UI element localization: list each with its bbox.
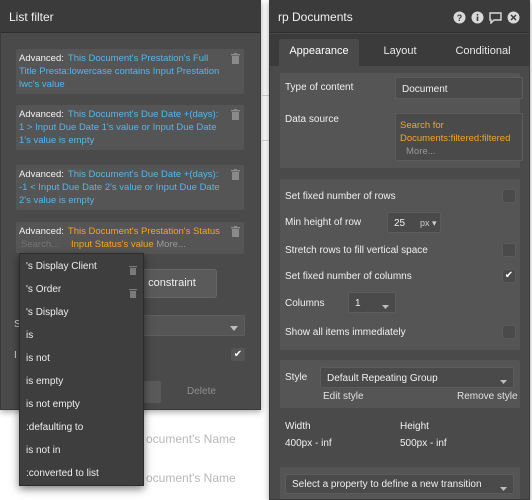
constraint-item[interactable]: Advanced: This Document's Due Date +(days… [16,165,244,210]
tab-bar: Appearance Layout Conditional [270,34,529,66]
info-icon[interactable] [471,11,484,24]
trash-icon[interactable] [231,53,240,64]
data-source-label: Data source [285,114,339,125]
property-editor-panel: rp Documents ? Appearance Layout Conditi… [269,0,530,500]
transition-placeholder: Select a property to define a new transi… [292,479,482,490]
delete-button[interactable]: Delete [187,386,216,397]
tab-appearance[interactable]: Appearance [279,39,359,66]
dropdown-item[interactable]: is [20,325,143,347]
style-section: Style Default Repeating Group Edit style… [280,360,520,408]
columns-value: 1 [355,298,361,309]
expression-search-input[interactable] [19,239,69,250]
transition-select[interactable]: Select a property to define a new transi… [285,474,514,494]
panel-header[interactable]: List filter [1,1,260,33]
canvas-text: ocument's Name [146,432,236,446]
canvas-text: ocument's Name [146,471,236,485]
transition-section: Select a property to define a new transi… [280,467,520,499]
close-icon[interactable] [507,11,520,24]
edit-style-link[interactable]: Edit style [323,391,364,402]
chevron-down-icon [230,323,238,334]
constraint-item[interactable]: Advanced: This Document's Prestation's Fu… [16,49,244,94]
chevron-down-icon [382,301,389,312]
height-value: 500px - inf [400,438,447,449]
columns-label: Columns [285,298,325,309]
fixed-rows-checkbox[interactable] [502,189,516,203]
type-of-content-label: Type of content [285,82,354,93]
comment-icon[interactable] [489,11,502,25]
unit-label: px [420,218,430,228]
remove-style-link[interactable]: Remove style [457,391,518,402]
checkbox[interactable]: ✔ [231,348,245,361]
advanced-label: Advanced: [19,226,64,237]
advanced-label: Advanced: [19,53,64,64]
panel-title: List filter [9,10,54,24]
expression-continuation: Input Status's value More... [71,238,186,251]
trash-icon[interactable] [231,226,240,237]
tab-layout[interactable]: Layout [365,39,435,66]
size-section: Width 400px - inf Height 500px - inf [280,417,520,455]
fixed-columns-label: Set fixed number of columns [285,271,412,282]
panel-title: rp Documents [278,10,353,24]
dropdown-item[interactable]: is not empty [20,394,143,416]
constraint-item[interactable]: Advanced: This Document's Due Date +(days… [16,105,244,150]
trash-icon[interactable] [231,109,240,120]
header-icons: ? [453,11,523,25]
dropdown-item[interactable]: is not [20,348,143,370]
dropdown-item[interactable]: is not in [20,440,143,462]
active-constraint[interactable]: Advanced: This Document's Prestation's St… [16,222,244,254]
unit-select[interactable]: px ▾ [420,218,437,229]
advanced-label: Advanced: [19,109,64,120]
width-label: Width [285,421,311,432]
min-height-input[interactable]: 25 px ▾ [387,212,441,233]
columns-select[interactable]: 1 [348,292,396,313]
dropdown-item[interactable]: is empty [20,371,143,393]
fixed-columns-checkbox[interactable]: ✔ [502,269,516,283]
appearance-body: Type of content Document Data source Sea… [270,66,529,499]
chevron-down-icon [500,376,507,387]
select-dropdown[interactable] [132,315,245,336]
style-label: Style [285,372,308,383]
min-height-value: 25 [394,218,406,229]
width-value: 400px - inf [285,438,332,449]
show-all-checkbox[interactable] [502,325,516,339]
data-source-line: Documents:filtered:filtered [400,133,511,144]
style-select[interactable]: Default Repeating Group [320,367,514,388]
tab-conditional[interactable]: Conditional [442,39,524,66]
height-label: Height [400,421,429,432]
rows-section: Set fixed number of rows Min height of r… [280,179,520,350]
constraint-expression[interactable]: This Document's Prestation's Status [68,226,220,237]
show-all-label: Show all items immediately [285,327,406,338]
advanced-label: Advanced: [19,169,64,180]
min-height-label: Min height of row [285,217,362,228]
data-source-line: Search for [400,120,444,131]
stretch-rows-label: Stretch rows to fill vertical space [285,245,428,256]
constraint-expression-value[interactable]: Input Status's value [71,239,154,250]
add-constraint-label: constraint [148,277,196,289]
dropdown-item[interactable]: 's Display [20,302,143,324]
dropdown-item[interactable]: 's Display Client [20,256,143,278]
more-link[interactable]: More... [406,145,518,158]
stretch-rows-checkbox[interactable] [502,243,516,257]
dropdown-item[interactable]: :defaulting to [20,417,143,439]
svg-text:?: ? [457,13,463,23]
dropdown-item[interactable]: 's Order [20,279,143,301]
more-link[interactable]: More... [156,239,186,250]
type-of-content-value: Document [402,84,448,95]
dropdown-item[interactable]: :converted to list [20,463,143,485]
style-value: Default Repeating Group [327,373,438,384]
help-icon[interactable]: ? [453,11,466,24]
field-label: I [14,350,17,361]
trash-icon[interactable] [231,169,240,180]
panel-header[interactable]: rp Documents ? [270,1,529,33]
type-of-content-select[interactable]: Document [395,77,523,99]
data-source-expression[interactable]: Search for Documents:filtered:filtered M… [395,113,523,161]
data-section: Type of content Document Data source Sea… [280,73,523,168]
chevron-down-icon [500,483,507,494]
expression-dropdown: 's Display Client 's Order 's Display is… [19,253,144,486]
fixed-rows-label: Set fixed number of rows [285,191,396,202]
